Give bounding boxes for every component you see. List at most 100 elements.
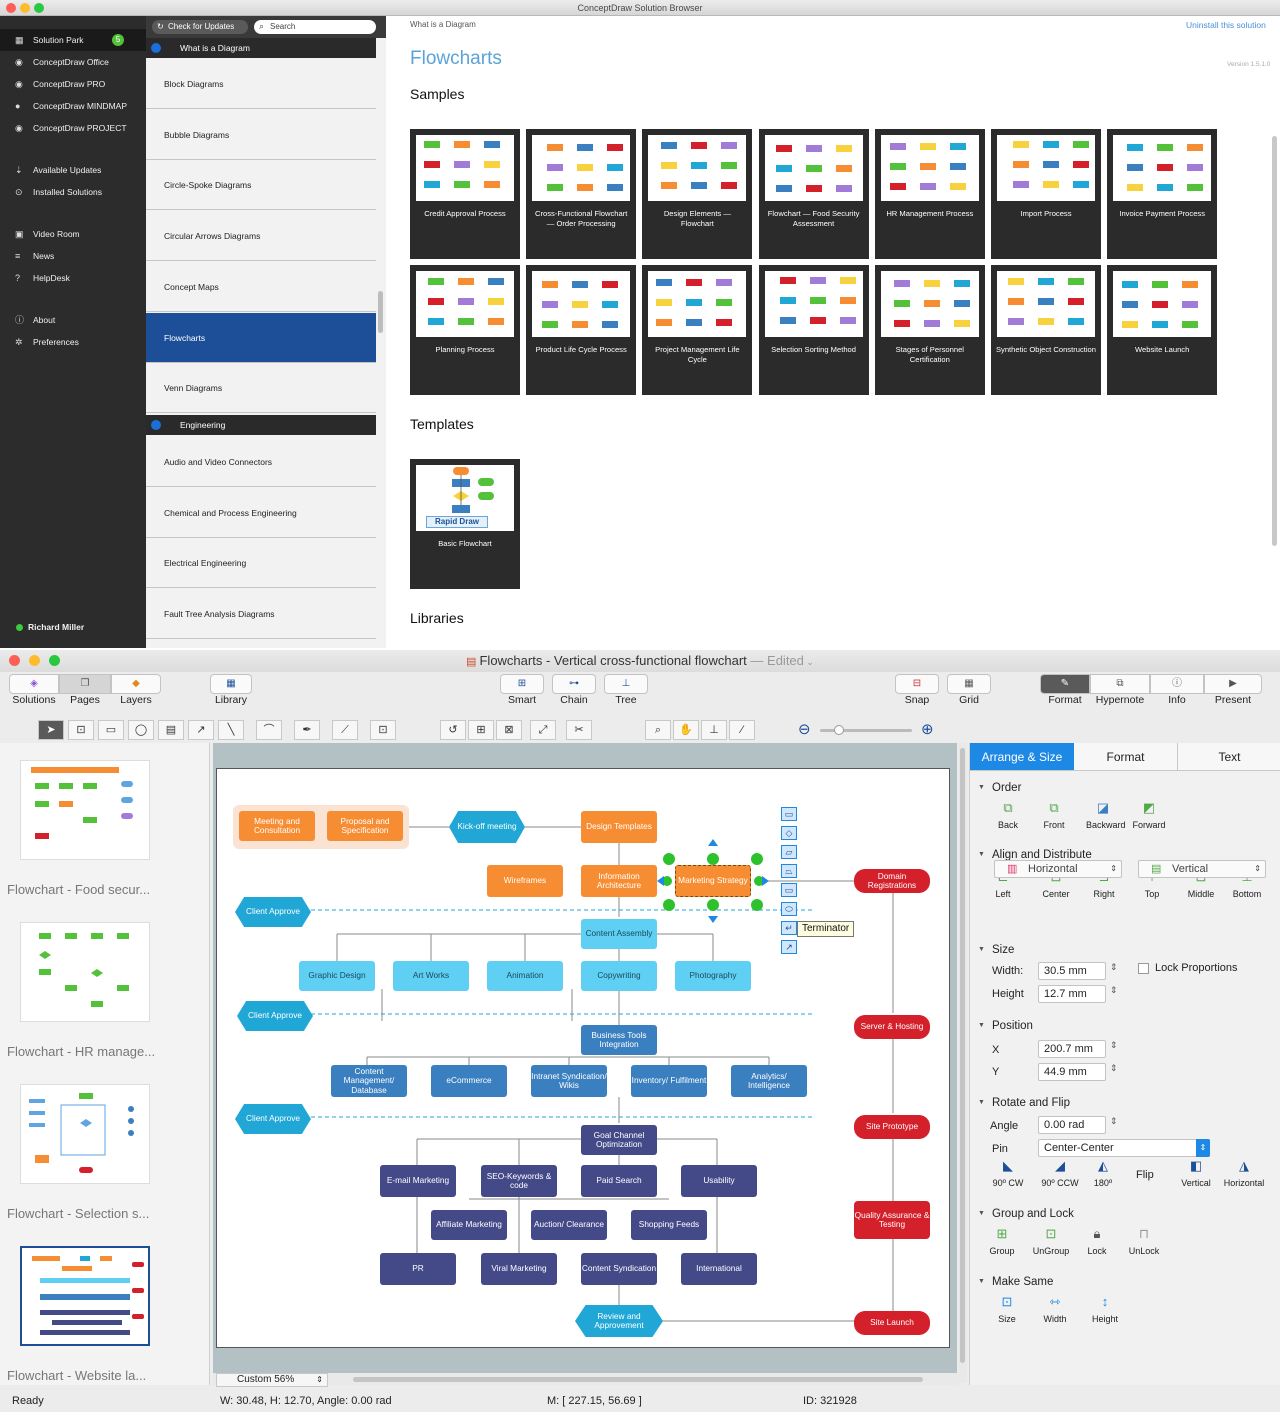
category-item[interactable]: Concept Maps bbox=[146, 261, 376, 312]
node-viral-marketing[interactable]: Viral Marketing bbox=[481, 1253, 557, 1285]
node-affiliate[interactable]: Affiliate Marketing bbox=[431, 1210, 507, 1240]
y-stepper[interactable]: ⇕ bbox=[1110, 1063, 1118, 1074]
bezier-tool-icon[interactable]: ⟋ bbox=[332, 720, 358, 740]
eyedropper-icon[interactable]: ⁄ bbox=[729, 720, 755, 740]
solutions-button[interactable]: ◈ Solutions bbox=[9, 674, 59, 706]
node-content-assembly[interactable]: Content Assembly bbox=[581, 919, 657, 949]
arc-tool-icon[interactable]: ⌒ bbox=[256, 720, 282, 740]
flip-horizontal-button[interactable]: ◮ Horizontal bbox=[1220, 1158, 1268, 1188]
selection-handles[interactable] bbox=[657, 839, 777, 923]
uninstall-link[interactable]: Uninstall this solution bbox=[1186, 20, 1266, 30]
category-item[interactable]: Fault Tree Analysis Diagrams bbox=[146, 589, 376, 640]
zoom-out-icon[interactable]: ⊖ bbox=[798, 720, 811, 738]
node-art-works[interactable]: Art Works bbox=[393, 961, 469, 991]
zoom-button[interactable] bbox=[49, 655, 60, 666]
nav-about[interactable]: ⓘ About bbox=[0, 309, 146, 331]
node-content-management[interactable]: Content Management/ Database bbox=[331, 1065, 407, 1097]
node-site-prototype[interactable]: Site Prototype bbox=[854, 1115, 930, 1139]
category-item[interactable]: Block Diagrams bbox=[146, 59, 376, 109]
minimize-button[interactable] bbox=[20, 3, 30, 13]
sample-card[interactable]: Flowchart — Food Security Assessment bbox=[758, 129, 869, 259]
connector-shape-icon[interactable]: ↵ bbox=[781, 921, 797, 935]
node-ecommerce[interactable]: eCommerce bbox=[431, 1065, 507, 1097]
node-copywriting[interactable]: Copywriting bbox=[581, 961, 657, 991]
sample-card[interactable]: Cross-Functional Flowchart — Order Proce… bbox=[526, 129, 637, 259]
zoom-slider[interactable] bbox=[820, 725, 912, 735]
nav-installed[interactable]: ⊙ Installed Solutions bbox=[0, 181, 146, 203]
page-caption-1[interactable]: Flowchart - Food secur... bbox=[7, 882, 150, 897]
category-item[interactable]: Electrical Engineering bbox=[146, 538, 376, 589]
smart-connector-icon[interactable]: ⊞ bbox=[468, 720, 494, 740]
back-button[interactable]: ⧉ Back bbox=[994, 800, 1022, 830]
line-tool-icon[interactable]: ╲ bbox=[218, 720, 244, 740]
lock-proportions-checkbox[interactable] bbox=[1138, 963, 1149, 974]
front-button[interactable]: ⧉ Front bbox=[1040, 800, 1068, 830]
page-caption-3[interactable]: Flowchart - Selection s... bbox=[7, 1206, 149, 1221]
node-client-approve-3[interactable]: Client Approve bbox=[235, 1104, 311, 1134]
node-inventory[interactable]: Inventory/ Fulfilment bbox=[631, 1065, 707, 1097]
page-thumb-4[interactable] bbox=[20, 1246, 150, 1346]
nav-video[interactable]: ▣ Video Room bbox=[0, 223, 146, 245]
vertical-scrollbar[interactable] bbox=[958, 743, 967, 1383]
node-business-tools[interactable]: Business Tools Integration bbox=[581, 1025, 657, 1055]
snap-button[interactable]: ⊟ Snap bbox=[895, 674, 939, 706]
scissors-icon[interactable]: ✂ bbox=[566, 720, 592, 740]
sample-card[interactable]: HR Management Process bbox=[874, 129, 985, 259]
grid-button[interactable]: ▦ Grid bbox=[947, 674, 991, 706]
sample-card[interactable]: Website Launch bbox=[1107, 265, 1218, 395]
node-proposal[interactable]: Proposal and Specification bbox=[327, 811, 403, 841]
node-goal-channel[interactable]: Goal Channel Optimization bbox=[581, 1125, 657, 1155]
category-item[interactable]: Bubble Diagrams bbox=[146, 109, 376, 160]
connector-tool-icon[interactable]: ↺ bbox=[440, 720, 466, 740]
lock-button[interactable]: 🔒︎ Lock bbox=[1084, 1226, 1110, 1256]
vertical-scroll-thumb[interactable] bbox=[960, 748, 965, 1363]
nav-solution-park[interactable]: ▦ Solution Park 5 bbox=[0, 29, 146, 51]
distribute-vertical-select[interactable]: ▤ Vertical ⇕ bbox=[1138, 860, 1266, 878]
angle-stepper[interactable]: ⇕ bbox=[1110, 1116, 1118, 1127]
unlock-button[interactable]: ⊓ UnLock bbox=[1126, 1226, 1162, 1256]
node-server-hosting[interactable]: Server & Hosting bbox=[854, 1015, 930, 1039]
table-tool-icon[interactable]: ▤ bbox=[158, 720, 184, 740]
node-animation[interactable]: Animation bbox=[487, 961, 563, 991]
nav-office[interactable]: ◉ ConceptDraw Office bbox=[0, 51, 146, 73]
node-usability[interactable]: Usability bbox=[681, 1165, 757, 1197]
horizontal-scroll-thumb[interactable] bbox=[353, 1377, 923, 1382]
page-thumb-1[interactable] bbox=[20, 760, 150, 860]
category-item[interactable]: Audio and Video Connectors bbox=[146, 437, 376, 487]
forward-button[interactable]: ◩ Forward bbox=[1132, 800, 1166, 830]
make-same-section-title[interactable]: Make Same bbox=[978, 1276, 1053, 1288]
template-card[interactable]: Rapid Draw Basic Flowchart bbox=[410, 459, 520, 589]
select-tool-icon[interactable]: ➤ bbox=[38, 720, 64, 740]
distribute-horizontal-select[interactable]: ▥ Horizontal ⇕ bbox=[994, 860, 1122, 878]
node-site-launch[interactable]: Site Launch bbox=[854, 1311, 930, 1335]
node-kickoff[interactable]: Kick-off meeting bbox=[449, 811, 525, 843]
category-item[interactable]: Venn Diagrams bbox=[146, 363, 376, 414]
node-analytics[interactable]: Analytics/ Intelligence bbox=[731, 1065, 807, 1097]
page-thumb-3[interactable] bbox=[20, 1084, 150, 1184]
rotate-section-title[interactable]: Rotate and Flip bbox=[978, 1097, 1070, 1109]
close-button[interactable] bbox=[9, 655, 20, 666]
node-review[interactable]: Review and Approvement bbox=[575, 1305, 663, 1337]
image-tool-icon[interactable]: ⊡ bbox=[370, 720, 396, 740]
nav-helpdesk[interactable]: ? HelpDesk bbox=[0, 267, 146, 289]
page-thumb-2[interactable] bbox=[20, 922, 150, 1022]
sample-card[interactable]: Credit Approval Process bbox=[410, 129, 520, 259]
sample-card[interactable]: Planning Process bbox=[410, 265, 520, 395]
y-field[interactable]: 44.9 mm bbox=[1038, 1063, 1106, 1081]
pages-button[interactable]: ❐ Pages bbox=[59, 674, 111, 706]
node-shopping-feeds[interactable]: Shopping Feeds bbox=[631, 1210, 707, 1240]
width-field[interactable]: 30.5 mm bbox=[1038, 962, 1106, 980]
sample-card[interactable]: Project Management Life Cycle bbox=[642, 265, 753, 395]
ungroup-button[interactable]: ⊡ UnGroup bbox=[1030, 1226, 1072, 1256]
tab-text[interactable]: Text bbox=[1178, 743, 1280, 771]
check-updates-button[interactable]: ↻ Check for Updates bbox=[152, 20, 248, 34]
order-section-title[interactable]: Order bbox=[978, 782, 1022, 794]
position-section-title[interactable]: Position bbox=[978, 1020, 1033, 1032]
size-section-title[interactable]: Size bbox=[978, 944, 1015, 956]
stamp-icon[interactable]: ⊥ bbox=[701, 720, 727, 740]
group-section-title[interactable]: Group and Lock bbox=[978, 1208, 1074, 1220]
rotate-180-button[interactable]: ◭ 180º bbox=[1088, 1158, 1118, 1188]
width-stepper[interactable]: ⇕ bbox=[1110, 962, 1118, 973]
node-international[interactable]: International bbox=[681, 1253, 757, 1285]
hypernote-button[interactable]: ⧉ Hypernote bbox=[1090, 674, 1150, 706]
